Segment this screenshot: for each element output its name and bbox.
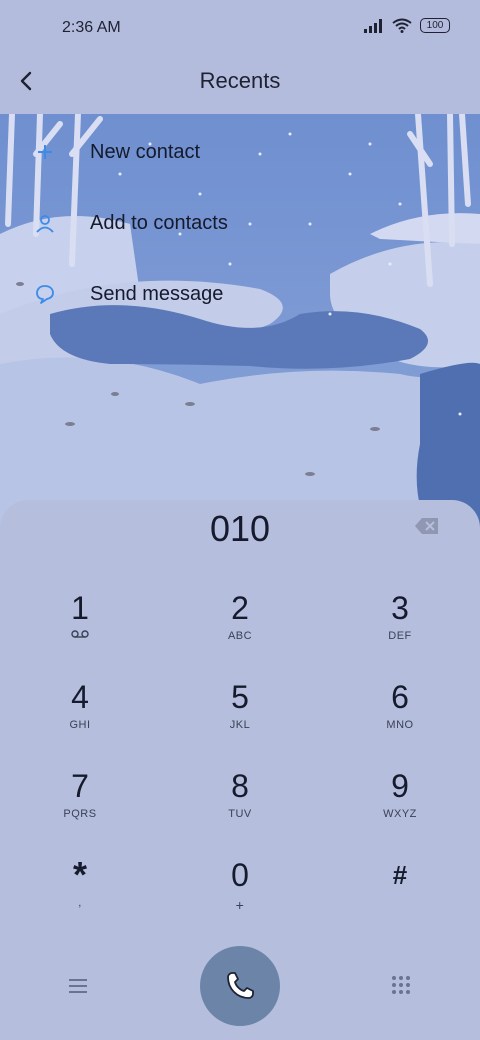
- key-2-digit: 2: [231, 590, 249, 626]
- status-icons: 100: [364, 18, 450, 33]
- key-6-letters: MNO: [386, 719, 414, 731]
- person-icon: [36, 215, 54, 233]
- keypad-icon[interactable]: [390, 974, 412, 996]
- wifi-icon: [392, 18, 412, 33]
- key-9-letters: WXYZ: [383, 808, 417, 820]
- message-bubble-icon: [36, 285, 54, 304]
- top-app-bar: Recents: [0, 52, 480, 114]
- key-3[interactable]: 3 DEF: [320, 590, 480, 678]
- key-6[interactable]: 6 MNO: [320, 679, 480, 767]
- add-to-contacts-label: Add to contacts: [90, 211, 228, 234]
- key-6-digit: 6: [391, 679, 409, 715]
- key-1[interactable]: 1: [0, 590, 160, 678]
- key-2-letters: ABC: [227, 630, 253, 642]
- key-3-digit: 3: [391, 590, 409, 626]
- call-button[interactable]: [200, 946, 280, 1026]
- key-5-digit: 5: [231, 679, 249, 715]
- backspace-icon[interactable]: [414, 516, 440, 536]
- key-star[interactable]: * ,: [0, 857, 160, 945]
- key-hash[interactable]: #: [320, 857, 480, 945]
- key-3-letters: DEF: [388, 630, 412, 642]
- key-9[interactable]: 9 WXYZ: [320, 768, 480, 856]
- battery-icon: 100: [420, 18, 450, 33]
- key-2[interactable]: 2 ABC: [160, 590, 320, 678]
- key-star-digit: *: [72, 854, 87, 895]
- key-0-letters: +: [235, 897, 245, 913]
- key-4-letters: GHI: [69, 719, 91, 731]
- page-title: Recents: [199, 68, 281, 93]
- status-time: 2:36 AM: [62, 19, 121, 36]
- status-bar: 2:36 AM 100: [0, 0, 480, 52]
- key-5[interactable]: 5 JKL: [160, 679, 320, 767]
- signal-icon: [364, 18, 382, 33]
- plus-icon: [38, 145, 52, 159]
- send-message-label: Send message: [90, 282, 224, 305]
- new-contact-label: New contact: [90, 140, 201, 163]
- key-star-letters: ,: [78, 897, 82, 909]
- key-5-letters: JKL: [229, 719, 251, 731]
- voicemail-icon: [71, 630, 89, 638]
- key-7-digit: 7: [71, 768, 89, 804]
- send-message-item[interactable]: Send message: [0, 266, 480, 322]
- key-8[interactable]: 8 TUV: [160, 768, 320, 856]
- key-4[interactable]: 4 GHI: [0, 679, 160, 767]
- new-contact-item[interactable]: New contact: [0, 124, 480, 180]
- hamburger-icon[interactable]: [66, 976, 90, 996]
- add-to-contacts-item[interactable]: Add to contacts: [0, 195, 480, 251]
- dialer-bottom-bar: [0, 946, 480, 1036]
- dialed-number: 010: [209, 508, 271, 549]
- phone-icon: [227, 972, 254, 999]
- key-9-digit: 9: [391, 768, 409, 804]
- key-8-letters: TUV: [228, 808, 252, 820]
- dialer-panel: 010 1 2 ABC 3 DEF 4 GHI 5 JKL 6 MNO 7 PQ…: [0, 500, 480, 1040]
- key-0-digit: 0: [231, 857, 249, 893]
- key-7-letters: PQRS: [63, 808, 97, 820]
- key-1-digit: 1: [71, 590, 89, 626]
- key-4-digit: 4: [71, 679, 89, 715]
- key-7[interactable]: 7 PQRS: [0, 768, 160, 856]
- key-0[interactable]: 0 +: [160, 857, 320, 945]
- key-8-digit: 8: [231, 768, 249, 804]
- key-hash-digit: #: [392, 860, 408, 890]
